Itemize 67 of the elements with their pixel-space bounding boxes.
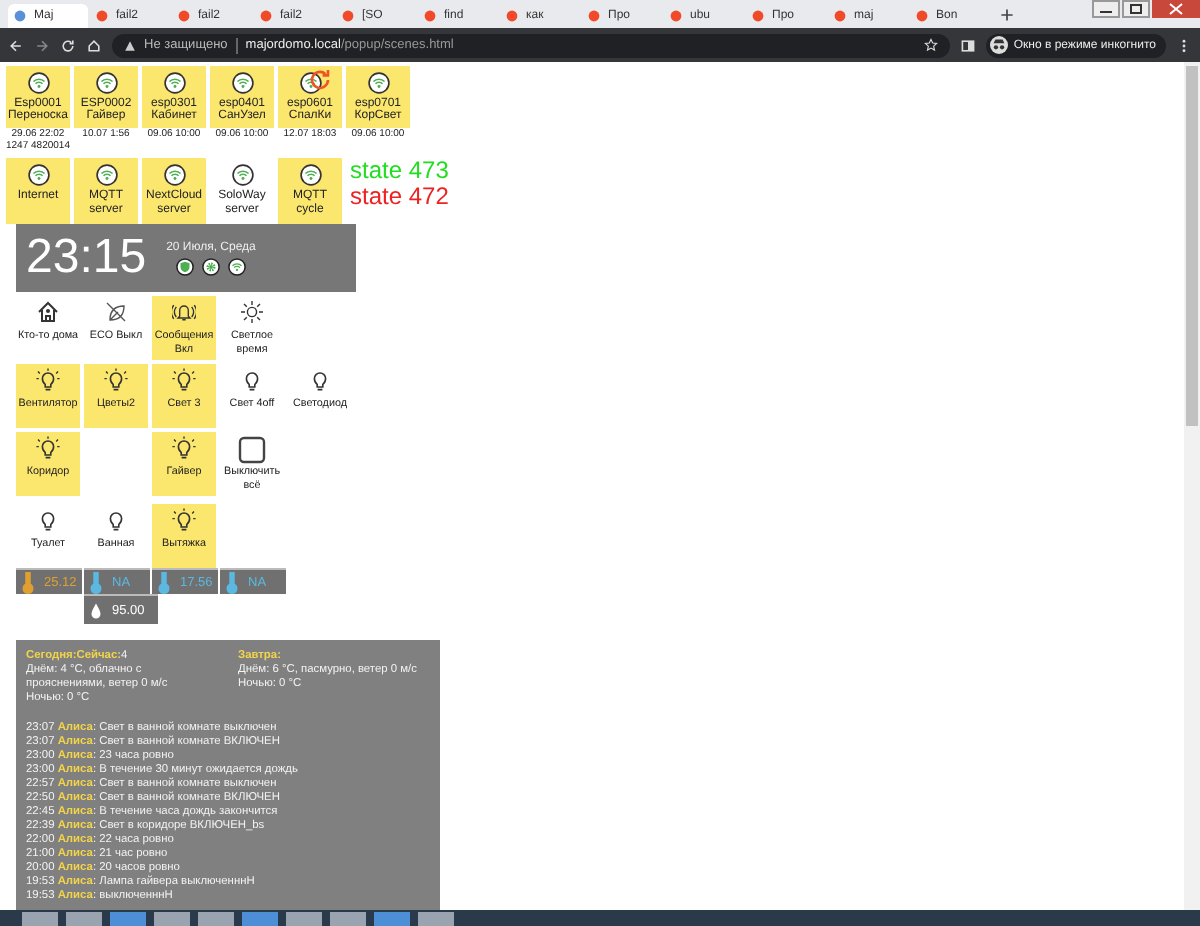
back-icon[interactable] xyxy=(8,37,24,53)
app-icon[interactable] xyxy=(152,910,192,926)
wifi-icon xyxy=(228,257,247,275)
light-bulb-icon xyxy=(308,368,332,392)
shield-icon xyxy=(176,257,195,275)
light-bulb-icon xyxy=(172,436,196,460)
incognito-icon xyxy=(989,36,1008,54)
wifi-icon xyxy=(231,164,253,186)
minimize-icon[interactable] xyxy=(1092,0,1120,18)
site-icon xyxy=(834,10,846,22)
wifi-icon xyxy=(163,164,185,186)
warning-icon xyxy=(124,39,136,51)
state-text: state 473 xyxy=(350,158,449,184)
crossed-leaf-icon xyxy=(104,300,128,324)
reload-icon[interactable] xyxy=(60,37,76,53)
wifi-icon xyxy=(95,71,117,93)
star-icon[interactable] xyxy=(923,38,938,52)
home-icon[interactable] xyxy=(86,37,102,53)
app-icon[interactable] xyxy=(372,910,412,926)
site-icon xyxy=(752,10,764,22)
wifi-icon xyxy=(231,71,253,93)
forward-icon[interactable] xyxy=(34,37,50,53)
site-icon xyxy=(670,10,682,22)
wifi-icon xyxy=(95,164,117,186)
site-icon xyxy=(588,10,600,22)
app-icon[interactable] xyxy=(284,910,324,926)
light-bulb-icon xyxy=(36,368,60,392)
light-bulb-icon xyxy=(104,508,128,532)
new-tab-icon[interactable] xyxy=(1000,7,1014,21)
sun-icon xyxy=(240,300,264,324)
site-icon xyxy=(96,10,108,22)
light-bulb-icon xyxy=(172,368,196,392)
clock-time: 23:15 xyxy=(26,230,147,286)
state-text: state 472 xyxy=(350,184,449,210)
sidebar-icon[interactable] xyxy=(959,37,976,53)
close-icon[interactable] xyxy=(1152,0,1200,18)
site-icon xyxy=(260,10,272,22)
site-icon xyxy=(178,10,190,22)
light-bulb-icon xyxy=(172,508,196,532)
wifi-icon xyxy=(163,71,185,93)
app-icon[interactable] xyxy=(196,910,236,926)
maximize-icon[interactable] xyxy=(1122,0,1150,18)
app-icon[interactable] xyxy=(416,910,456,926)
wifi-icon xyxy=(367,71,389,93)
wifi-icon xyxy=(27,164,49,186)
app-icon[interactable] xyxy=(108,910,148,926)
light-bulb-icon xyxy=(36,508,60,532)
scrollbar-thumb[interactable] xyxy=(1186,66,1198,426)
site-icon xyxy=(506,10,518,22)
scrollbar[interactable] xyxy=(1184,62,1200,910)
app-icon[interactable] xyxy=(328,910,368,926)
checkbox-icon xyxy=(238,436,266,464)
bell-icon xyxy=(172,300,196,324)
refresh-icon xyxy=(308,68,332,92)
app-icon[interactable] xyxy=(64,910,104,926)
app-icon[interactable] xyxy=(20,910,60,926)
site-icon xyxy=(916,10,928,22)
site-icon xyxy=(14,10,26,22)
app-icon[interactable] xyxy=(240,910,280,926)
light-bulb-icon xyxy=(36,436,60,460)
wifi-icon xyxy=(299,164,321,186)
wifi-icon xyxy=(27,71,49,93)
light-bulb-icon xyxy=(240,368,264,392)
site-icon xyxy=(424,10,436,22)
light-bulb-icon xyxy=(104,368,128,392)
house-icon xyxy=(36,300,60,324)
site-icon xyxy=(342,10,354,22)
